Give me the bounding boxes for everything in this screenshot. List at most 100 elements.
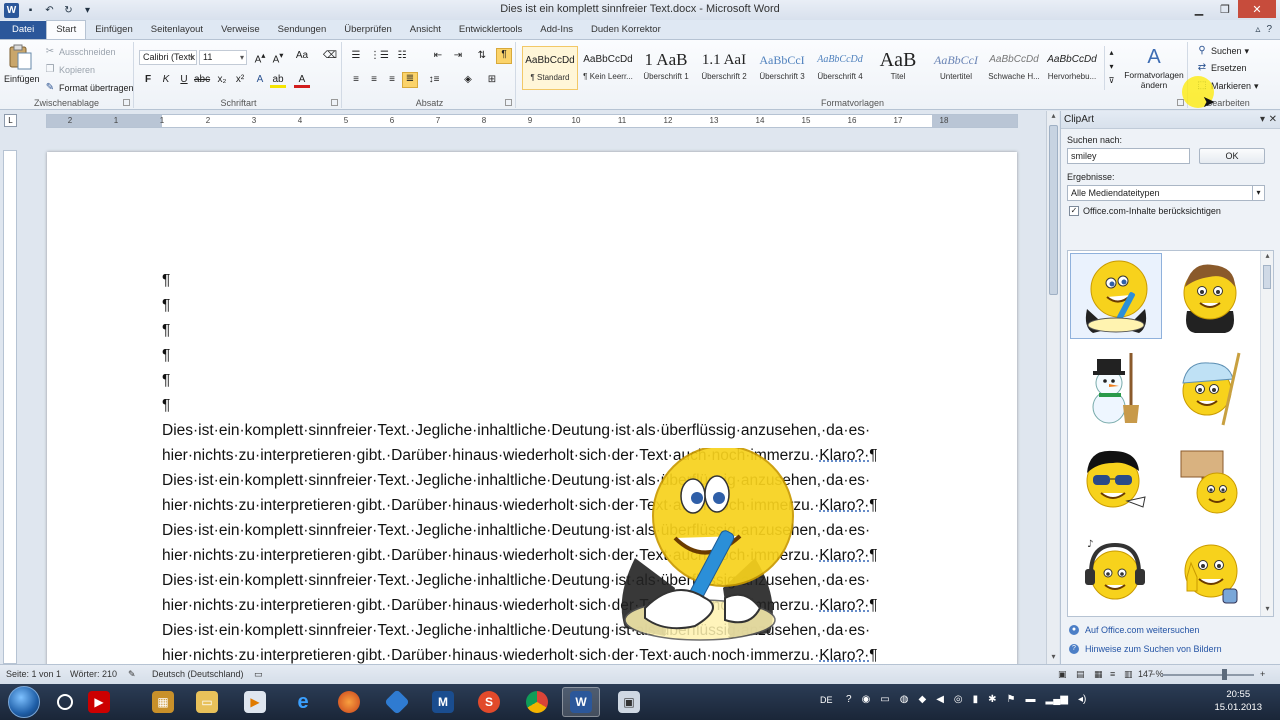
pane-options-icon[interactable]: ▾ xyxy=(1260,111,1265,129)
font-name-combo[interactable]: Calibri (Textk xyxy=(139,50,197,65)
explorer-folder-icon[interactable]: ▭ xyxy=(188,687,226,717)
tab-selector-icon[interactable]: L xyxy=(4,114,17,127)
tray-volume-icon[interactable]: ◂) xyxy=(1078,694,1086,720)
tray-globe-icon[interactable]: ◍ xyxy=(900,694,909,720)
clock[interactable]: 20:55 15.01.2013 xyxy=(1214,688,1262,714)
taskbar-app-icon[interactable] xyxy=(46,687,84,717)
empty-paragraph[interactable]: ¶ xyxy=(162,393,932,418)
tray-app-icon[interactable]: ◆ xyxy=(918,694,926,720)
tab-mailings[interactable]: Sendungen xyxy=(269,21,336,39)
close-icon[interactable]: ✕ xyxy=(1238,0,1276,18)
decrease-indent-icon[interactable]: ⇤ xyxy=(430,50,446,61)
align-center-icon[interactable]: ≡ xyxy=(366,74,382,85)
zoom-out-icon[interactable]: − xyxy=(1150,669,1155,679)
style-title[interactable]: AaB Titel xyxy=(870,46,926,90)
horizontal-ruler[interactable]: 2 1 1 2 3 4 5 6 7 8 9 10 11 12 13 14 15 16 17 18 xyxy=(46,114,1018,128)
media-type-select[interactable]: Alle Mediendateitypen ▾ xyxy=(1067,185,1265,201)
font-color-icon[interactable]: A xyxy=(294,74,310,88)
numbering-icon[interactable]: ⋮☰ xyxy=(370,50,389,61)
grow-font-icon[interactable]: A▴ xyxy=(252,50,268,65)
tab-start[interactable]: Start xyxy=(46,20,87,39)
bold-icon[interactable]: F xyxy=(140,74,156,85)
restore-icon[interactable]: ❐ xyxy=(1212,0,1238,18)
firefox-icon[interactable] xyxy=(330,687,368,717)
tray-media-icon[interactable]: ◎ xyxy=(954,694,963,720)
undo-icon[interactable]: ↶ xyxy=(42,3,57,17)
skype-like-icon[interactable]: S xyxy=(470,687,508,717)
internet-explorer-icon[interactable]: e xyxy=(284,687,322,717)
smiley-with-cap-icon[interactable] xyxy=(1164,345,1256,431)
zoom-slider[interactable] xyxy=(1162,669,1254,680)
change-case-icon[interactable]: Aa xyxy=(294,50,310,61)
text-line[interactable]: Dies·ist·ein·komplett·sinnfreier·Text.·J… xyxy=(162,568,932,593)
copy-button[interactable]: ❐ Kopieren xyxy=(44,64,96,76)
smiley-headphones-icon[interactable]: ♪ xyxy=(1070,529,1162,615)
package-icon[interactable]: ▦ xyxy=(144,687,182,717)
text-line[interactable]: Dies·ist·ein·komplett·sinnfreier·Text.·J… xyxy=(162,518,932,543)
smiley-sunglasses-icon[interactable] xyxy=(1070,437,1162,523)
minimize-ribbon-icon[interactable]: ▵ xyxy=(1255,24,1260,35)
scroll-down-icon[interactable]: ▾ xyxy=(1047,652,1060,664)
tab-add-ins[interactable]: Add-Ins xyxy=(531,21,582,39)
show-formatting-marks-icon[interactable]: ¶ xyxy=(496,48,512,64)
font-size-combo[interactable]: 11 xyxy=(199,50,247,65)
save-icon[interactable]: ▪ xyxy=(23,3,38,17)
tab-developer[interactable]: Entwicklertools xyxy=(450,21,531,39)
word-taskbar-icon[interactable]: W xyxy=(562,687,600,717)
strikethrough-icon[interactable]: abc xyxy=(194,74,210,85)
tab-duden[interactable]: Duden Korrektor xyxy=(582,21,670,39)
snowman-smiley-icon[interactable] xyxy=(1070,345,1162,431)
style-subtitle[interactable]: AaBbCcI Untertitel xyxy=(928,46,984,90)
smiley-with-sign-icon[interactable] xyxy=(1164,437,1256,523)
page[interactable]: ¶ ¶ ¶ ¶ ¶ ¶ Dies·ist·ein·komplett·sinnfr… xyxy=(47,152,1017,664)
scroll-down-icon[interactable]: ▾ xyxy=(1261,604,1273,616)
style-subtle-emphasis[interactable]: AaBbCcDd Schwache H... xyxy=(986,46,1042,90)
smiley-writing-icon[interactable] xyxy=(1070,253,1162,339)
shrink-font-icon[interactable]: A▾ xyxy=(270,50,286,65)
virtualbox-icon[interactable] xyxy=(378,687,416,717)
style-no-spacing[interactable]: AaBbCcDd ¶ Kein Leerr... xyxy=(580,46,636,90)
results-scroll-thumb[interactable] xyxy=(1263,265,1271,289)
tray-window-icon[interactable]: ▭ xyxy=(880,694,889,720)
web-layout-icon[interactable]: ▦ xyxy=(1094,669,1103,680)
smiley-thumbs-up-icon[interactable] xyxy=(1164,529,1256,615)
style-standard[interactable]: AaBbCcDd ¶ Standard xyxy=(522,46,578,90)
superscript-icon[interactable]: x² xyxy=(232,74,248,85)
tab-review[interactable]: Überprüfen xyxy=(335,21,401,39)
word-count[interactable]: Wörter: 210 xyxy=(70,669,117,679)
full-screen-icon[interactable]: ▤ xyxy=(1076,669,1085,680)
subscript-icon[interactable]: x₂ xyxy=(214,74,230,85)
inserted-smiley-clipart[interactable] xyxy=(605,445,795,648)
clipart-search-input[interactable]: smiley xyxy=(1067,148,1190,164)
text-effects-icon[interactable]: A xyxy=(252,74,268,85)
text-line[interactable]: hier·nichts·zu·interpretieren·gibt.·Darü… xyxy=(162,593,932,618)
tray-signal-icon[interactable]: ▂▄▆ xyxy=(1046,694,1068,720)
styles-gallery-scroll[interactable]: ▴ ▾ ⊽ xyxy=(1104,46,1118,90)
checkbox-check-icon[interactable]: ✓ xyxy=(1069,206,1079,216)
customize-qat-icon[interactable]: ▾ xyxy=(80,3,95,17)
justify-icon[interactable]: ≣ xyxy=(402,72,418,88)
increase-indent-icon[interactable]: ⇥ xyxy=(450,50,466,61)
text-line[interactable]: hier·nichts·zu·interpretieren·gibt.·Darü… xyxy=(162,443,932,468)
zoom-in-icon[interactable]: + xyxy=(1260,669,1265,679)
highlight-icon[interactable]: ab xyxy=(270,74,286,88)
print-layout-icon[interactable]: ▣ xyxy=(1058,669,1067,680)
results-scrollbar[interactable]: ▴ ▾ xyxy=(1260,251,1273,616)
youtube-icon[interactable]: ▶ xyxy=(80,687,118,717)
style-heading-1[interactable]: 1 AaB Überschrift 1 xyxy=(638,46,694,90)
search-hints-link[interactable]: ? Hinweise zum Suchen von Bildern xyxy=(1069,644,1222,654)
change-styles-button[interactable]: A Formatvorlagen ändern xyxy=(1122,44,1186,90)
text-line[interactable]: Dies·ist·ein·komplett·sinnfreier·Text.·J… xyxy=(162,618,932,643)
multilevel-list-icon[interactable]: ☷ xyxy=(394,50,410,61)
text-line[interactable]: Dies·ist·ein·komplett·sinnfreier·Text.·J… xyxy=(162,468,932,493)
tray-bluetooth-icon[interactable]: ✱ xyxy=(988,694,996,720)
zoom-slider-knob[interactable] xyxy=(1222,669,1227,680)
text-line[interactable]: Dies·ist·ein·komplett·sinnfreier·Text.·J… xyxy=(162,418,932,443)
italic-icon[interactable]: K xyxy=(158,74,174,85)
borders-icon[interactable]: ⊞ xyxy=(484,74,500,85)
empty-paragraph[interactable]: ¶ xyxy=(162,318,932,343)
text-line[interactable]: hier·nichts·zu·interpretieren·gibt.·Darü… xyxy=(162,543,932,568)
line-spacing-icon[interactable]: ↕≡ xyxy=(426,74,442,85)
underline-icon[interactable]: U xyxy=(176,74,192,85)
tray-flag-icon[interactable]: ⚑ xyxy=(1007,694,1016,720)
